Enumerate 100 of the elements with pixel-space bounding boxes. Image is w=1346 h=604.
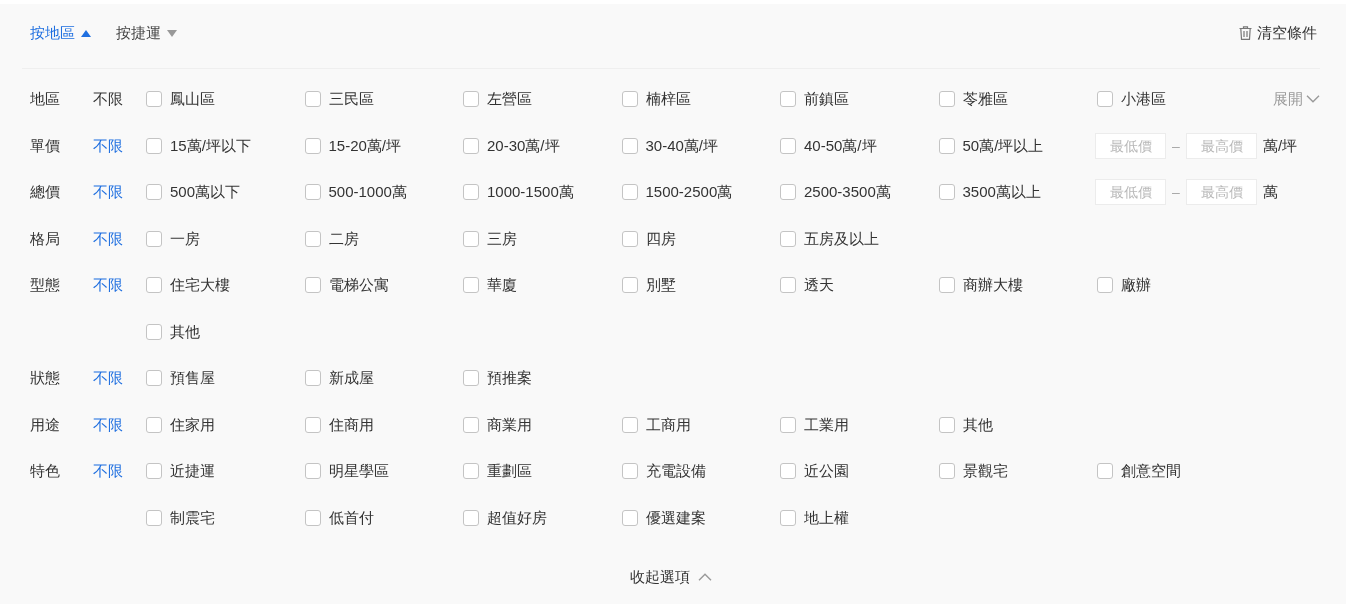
option-label[interactable]: 透天 — [804, 275, 834, 296]
option-label[interactable]: 15-20萬/坪 — [328, 135, 402, 156]
unlimited-option[interactable]: 不限 — [93, 135, 123, 156]
option-label[interactable]: 充電設備 — [645, 461, 706, 482]
option-label[interactable]: 住宅大樓 — [170, 275, 230, 296]
checkbox[interactable] — [463, 277, 479, 294]
option-label[interactable]: 近捷運 — [170, 461, 215, 482]
unlimited-option[interactable]: 不限 — [93, 89, 123, 110]
option-label[interactable]: 電梯公寓 — [328, 275, 389, 296]
checkbox[interactable] — [463, 184, 479, 201]
checkbox[interactable] — [304, 416, 321, 433]
min-price-field[interactable]: 最低價 — [1095, 179, 1166, 206]
option-label[interactable]: 500萬以下 — [170, 182, 241, 203]
checkbox[interactable] — [146, 91, 162, 108]
checkbox[interactable] — [146, 463, 162, 480]
option-label[interactable]: 預推案 — [487, 368, 532, 389]
tab[interactable]: 按地區 — [30, 22, 91, 44]
option-label[interactable]: 鳳山區 — [170, 89, 215, 110]
checkbox[interactable] — [621, 137, 638, 154]
collapse-button[interactable]: 收起選項 — [630, 566, 712, 588]
option-label[interactable]: 低首付 — [328, 507, 374, 528]
checkbox[interactable] — [780, 184, 796, 201]
option-label[interactable]: 二房 — [328, 228, 359, 249]
checkbox[interactable] — [621, 184, 638, 201]
option-label[interactable]: 30-40萬/坪 — [645, 135, 719, 156]
option-label[interactable]: 商辦大樓 — [962, 275, 1023, 296]
option-label[interactable]: 近公園 — [804, 461, 849, 482]
checkbox[interactable] — [463, 463, 479, 480]
checkbox[interactable] — [938, 416, 955, 433]
checkbox[interactable] — [938, 137, 955, 154]
unlimited-option[interactable]: 不限 — [93, 275, 123, 296]
checkbox[interactable] — [463, 416, 479, 433]
checkbox[interactable] — [621, 277, 638, 294]
tab[interactable]: 按捷運 — [116, 22, 177, 44]
checkbox[interactable] — [463, 370, 479, 387]
checkbox[interactable] — [780, 463, 796, 480]
checkbox[interactable] — [304, 91, 321, 108]
checkbox[interactable] — [463, 91, 479, 108]
option-label[interactable]: 其他 — [962, 414, 993, 435]
checkbox[interactable] — [146, 509, 162, 526]
option-label[interactable]: 前鎮區 — [804, 89, 849, 110]
checkbox[interactable] — [621, 463, 638, 480]
checkbox[interactable] — [621, 416, 638, 433]
option-label[interactable]: 20-30萬/坪 — [487, 135, 560, 156]
option-label[interactable]: 四房 — [645, 228, 676, 249]
option-label[interactable]: 超值好房 — [487, 507, 547, 528]
option-label[interactable]: 華廈 — [487, 275, 517, 296]
min-price-field[interactable]: 最低價 — [1095, 132, 1166, 159]
checkbox[interactable] — [938, 184, 955, 201]
checkbox[interactable] — [304, 184, 321, 201]
checkbox[interactable] — [938, 277, 955, 294]
option-label[interactable]: 別墅 — [645, 275, 676, 296]
checkbox[interactable] — [780, 137, 796, 154]
option-label[interactable]: 小港區 — [1121, 89, 1166, 110]
option-label[interactable]: 住商用 — [328, 414, 374, 435]
option-label[interactable]: 500-1000萬 — [328, 182, 407, 203]
checkbox[interactable] — [463, 230, 479, 247]
checkbox[interactable] — [146, 230, 162, 247]
option-label[interactable]: 2500-3500萬 — [804, 182, 891, 203]
option-label[interactable]: 1500-2500萬 — [645, 182, 733, 203]
option-label[interactable]: 創意空間 — [1121, 461, 1181, 482]
option-label[interactable]: 優選建案 — [645, 507, 706, 528]
option-label[interactable]: 五房及以上 — [804, 228, 879, 249]
option-label[interactable]: 地上權 — [804, 507, 849, 528]
checkbox[interactable] — [146, 277, 162, 294]
checkbox[interactable] — [1097, 91, 1113, 108]
checkbox[interactable] — [938, 463, 955, 480]
checkbox[interactable] — [938, 91, 955, 108]
option-label[interactable]: 廠辦 — [1121, 275, 1151, 296]
option-label[interactable]: 景觀宅 — [962, 461, 1008, 482]
option-label[interactable]: 1000-1500萬 — [487, 182, 574, 203]
checkbox[interactable] — [621, 509, 638, 526]
option-label[interactable]: 其他 — [170, 321, 200, 342]
checkbox[interactable] — [780, 277, 796, 294]
unlimited-option[interactable]: 不限 — [93, 414, 123, 435]
checkbox[interactable] — [304, 509, 321, 526]
checkbox[interactable] — [304, 230, 321, 247]
checkbox[interactable] — [1097, 277, 1113, 294]
option-label[interactable]: 商業用 — [487, 414, 532, 435]
option-label[interactable]: 三房 — [487, 228, 517, 249]
option-label[interactable]: 15萬/坪以下 — [170, 135, 251, 156]
option-label[interactable]: 新成屋 — [328, 368, 374, 389]
checkbox[interactable] — [780, 509, 796, 526]
checkbox[interactable] — [1097, 463, 1113, 480]
unlimited-option[interactable]: 不限 — [93, 461, 123, 482]
max-price-field[interactable]: 最高價 — [1186, 132, 1257, 159]
option-label[interactable]: 預售屋 — [170, 368, 215, 389]
option-label[interactable]: 40-50萬/坪 — [804, 135, 877, 156]
option-label[interactable]: 楠梓區 — [645, 89, 691, 110]
checkbox[interactable] — [304, 277, 321, 294]
unlimited-option[interactable]: 不限 — [93, 228, 123, 249]
option-label[interactable]: 明星學區 — [328, 461, 389, 482]
option-label[interactable]: 三民區 — [328, 89, 374, 110]
checkbox[interactable] — [463, 137, 479, 154]
option-label[interactable]: 工商用 — [645, 414, 691, 435]
option-label[interactable]: 工業用 — [804, 414, 849, 435]
option-label[interactable]: 一房 — [170, 228, 200, 249]
option-label[interactable]: 3500萬以上 — [962, 182, 1041, 203]
checkbox[interactable] — [463, 509, 479, 526]
checkbox[interactable] — [146, 137, 162, 154]
